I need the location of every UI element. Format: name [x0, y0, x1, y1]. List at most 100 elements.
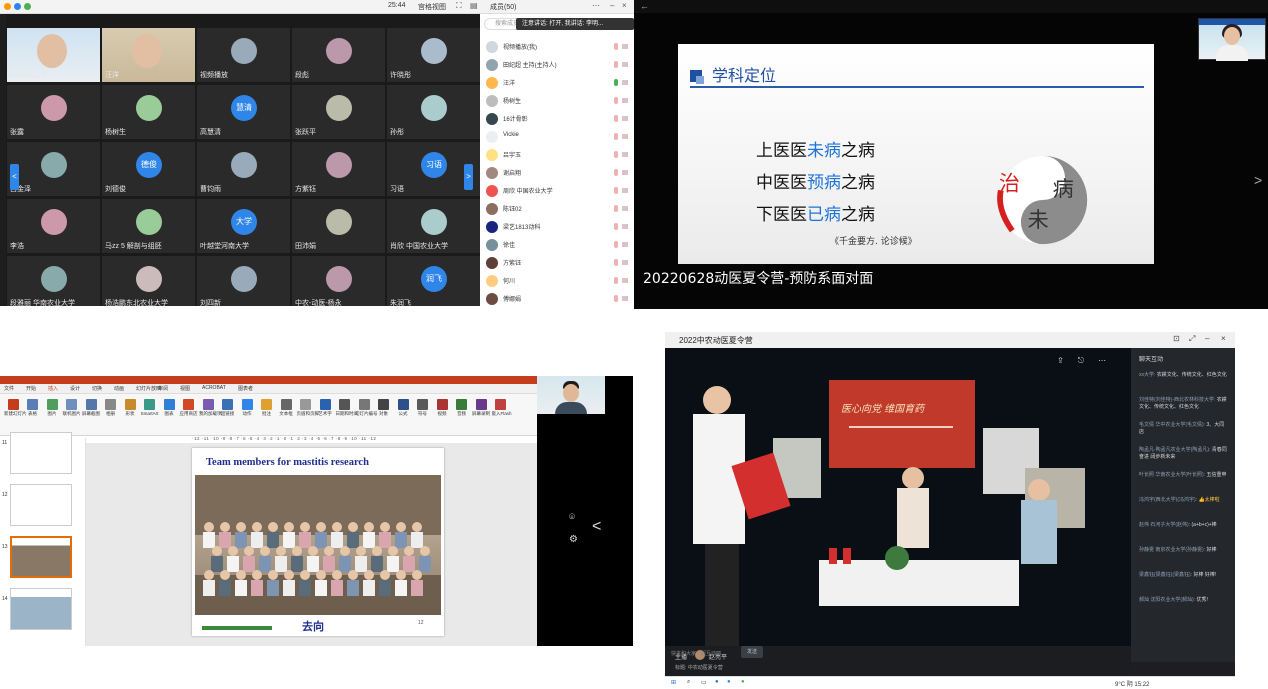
- video-tile[interactable]: 田沛娟: [292, 199, 385, 253]
- fullscreen-icon[interactable]: ⛶: [456, 1, 462, 11]
- camera-icon[interactable]: [622, 170, 628, 175]
- camera-icon[interactable]: [622, 296, 628, 301]
- app-icon-c[interactable]: ●: [727, 679, 731, 685]
- ribbon-button[interactable]: 图片: [43, 396, 61, 417]
- ribbon-tab[interactable]: 切换: [92, 385, 102, 392]
- ribbon-button[interactable]: 联机图片: [63, 396, 81, 417]
- mic-icon[interactable]: [614, 241, 618, 248]
- camera-icon[interactable]: [622, 80, 628, 85]
- member-row[interactable]: 梁艺1813动科: [486, 218, 632, 236]
- next-page-chevron-icon[interactable]: >: [464, 164, 473, 190]
- ribbon-button[interactable]: 批注: [258, 396, 276, 417]
- member-row[interactable]: 视频播放(我): [486, 38, 632, 56]
- settings-icon[interactable]: ⚙: [569, 534, 578, 545]
- video-tile[interactable]: 大学 叶越堂河南大学: [197, 199, 290, 253]
- ribbon-button[interactable]: 对象: [375, 396, 393, 417]
- ribbon-button[interactable]: 应用商店: [180, 396, 198, 417]
- pin-icon[interactable]: ⊡: [1173, 334, 1180, 343]
- video-tile[interactable]: 肖欣 中国农业大学: [387, 199, 480, 253]
- member-row[interactable]: 陈钰02: [486, 200, 632, 218]
- collapse-chevron-icon[interactable]: <: [592, 518, 601, 536]
- video-tile[interactable]: 许晓彤: [387, 28, 480, 82]
- mic-icon[interactable]: [614, 133, 618, 140]
- member-row[interactable]: 谢启翔: [486, 164, 632, 182]
- camera-icon[interactable]: [622, 116, 628, 121]
- member-row[interactable]: 徐佳: [486, 236, 632, 254]
- camera-icon[interactable]: [622, 278, 628, 283]
- edge-icon[interactable]: ●: [715, 679, 719, 685]
- camera-icon[interactable]: [622, 44, 628, 49]
- camera-icon[interactable]: [622, 260, 628, 265]
- next-slide-chevron-icon[interactable]: >: [1254, 172, 1262, 188]
- ribbon-button[interactable]: 视频: [433, 396, 451, 417]
- ribbon-button[interactable]: 超链接: [219, 396, 237, 417]
- back-icon[interactable]: ←: [640, 1, 649, 11]
- mic-icon[interactable]: [614, 169, 618, 176]
- mic-icon[interactable]: [614, 259, 618, 266]
- video-tile[interactable]: 慧清 高慧清: [197, 85, 290, 139]
- slide-thumbnail[interactable]: [10, 432, 72, 474]
- video-tile[interactable]: 中农-动医-杨永: [292, 256, 385, 306]
- ribbon-button[interactable]: 图表: [160, 396, 178, 417]
- ribbon-button[interactable]: 形状: [121, 396, 139, 417]
- ribbon-button[interactable]: 相册: [102, 396, 120, 417]
- close-icon[interactable]: ×: [622, 1, 627, 10]
- video-tile[interactable]: 张跃平: [292, 85, 385, 139]
- video-tile[interactable]: 段雅丽 华南农业大学: [7, 256, 100, 306]
- ribbon-button[interactable]: 日期和时间: [336, 396, 358, 417]
- ribbon-button[interactable]: 符号: [414, 396, 432, 417]
- member-row[interactable]: 杨树生: [486, 92, 632, 110]
- slide-thumbnail[interactable]: [10, 588, 72, 630]
- member-row[interactable]: 田纪超 主持(主持人): [486, 56, 632, 74]
- ribbon-button[interactable]: 文本框: [277, 396, 295, 417]
- ribbon-button[interactable]: 页眉和页脚: [297, 396, 319, 417]
- minimize-icon[interactable]: –: [1205, 334, 1209, 343]
- member-row[interactable]: 16计骨彰: [486, 110, 632, 128]
- member-row[interactable]: Vickie: [486, 128, 632, 146]
- video-tile[interactable]: 曹钧雨: [197, 142, 290, 196]
- camera-icon[interactable]: [622, 188, 628, 193]
- mic-icon[interactable]: [614, 187, 618, 194]
- ribbon-tab[interactable]: 审阅: [158, 385, 168, 392]
- search-icon[interactable]: ⌕: [687, 679, 690, 686]
- ribbon-button[interactable]: SmartArt: [141, 396, 159, 416]
- camera-icon[interactable]: [622, 242, 628, 247]
- ribbon-tab[interactable]: 插入: [48, 385, 58, 392]
- close-icon[interactable]: ×: [1221, 334, 1226, 343]
- ribbon-button[interactable]: 动作: [238, 396, 256, 417]
- video-tile[interactable]: 方紫钰: [292, 142, 385, 196]
- camera-icon[interactable]: [622, 98, 628, 103]
- layout-icon[interactable]: ▤: [470, 1, 478, 10]
- member-row[interactable]: 方紫钰: [486, 254, 632, 272]
- ribbon-tab[interactable]: 设计: [70, 385, 80, 392]
- expand-icon[interactable]: ⤢: [1189, 334, 1195, 344]
- video-tile[interactable]: 汪洋: [102, 28, 195, 82]
- member-row[interactable]: 汪洋: [486, 74, 632, 92]
- mic-icon[interactable]: [614, 115, 618, 122]
- ribbon-button[interactable]: 嵌入Flash: [492, 396, 512, 417]
- ribbon-button[interactable]: 公式: [394, 396, 412, 417]
- video-tile[interactable]: 孙彤: [387, 85, 480, 139]
- video-tile[interactable]: 刘四新: [197, 256, 290, 306]
- mic-icon[interactable]: [614, 277, 618, 284]
- member-row[interactable]: 吕宇玉: [486, 146, 632, 164]
- slide-thumbnail[interactable]: [10, 536, 72, 578]
- mic-icon[interactable]: [614, 43, 618, 50]
- video-tile[interactable]: 杨树生: [102, 85, 195, 139]
- camera-icon[interactable]: [622, 62, 628, 67]
- video-tile[interactable]: 润飞 朱润飞: [387, 256, 480, 306]
- mic-icon[interactable]: [614, 61, 618, 68]
- ribbon-tab[interactable]: 动画: [114, 385, 124, 392]
- ribbon-tab[interactable]: ACROBAT: [202, 385, 226, 391]
- ribbon-button[interactable]: 幻灯片编号: [355, 396, 378, 417]
- ribbon-tab[interactable]: 图表者: [238, 385, 253, 392]
- ribbon-tab[interactable]: 文件: [4, 385, 14, 392]
- member-row[interactable]: 傅娜娟: [486, 290, 632, 306]
- video-tile[interactable]: 李浩: [7, 199, 100, 253]
- video-tile[interactable]: 马zz 5 解剖与组胚: [102, 199, 195, 253]
- more-icon[interactable]: ⋯: [592, 1, 600, 10]
- video-tile[interactable]: 段彪: [292, 28, 385, 82]
- mic-icon[interactable]: [614, 223, 618, 230]
- video-tile[interactable]: 德俊 刘德俊: [102, 142, 195, 196]
- app-icon-c2[interactable]: ●: [741, 679, 745, 685]
